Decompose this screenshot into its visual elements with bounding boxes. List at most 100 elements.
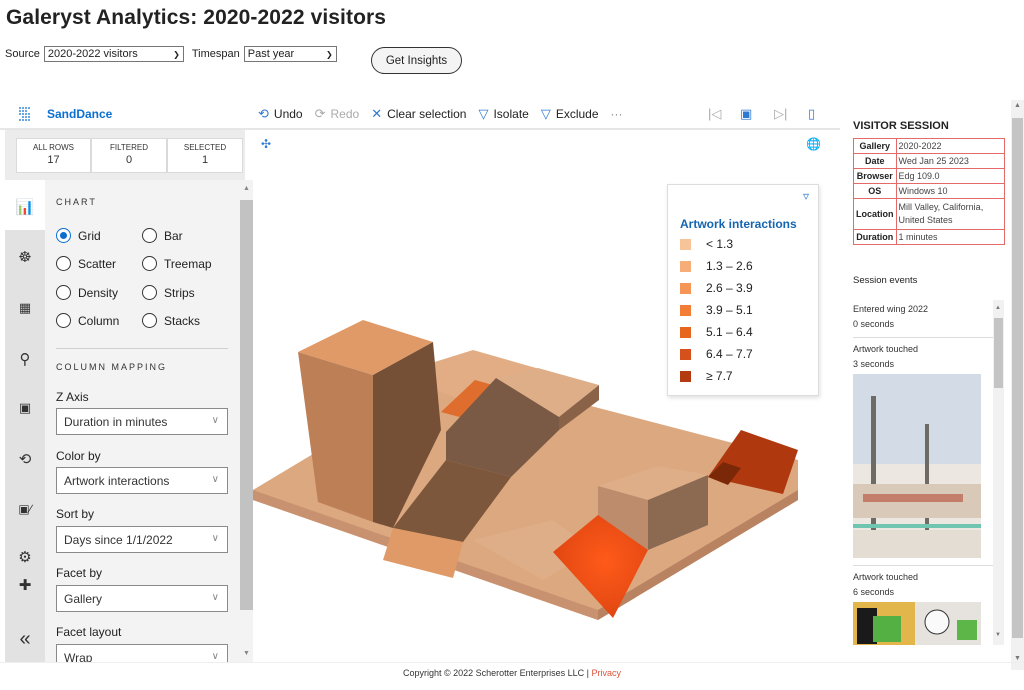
table-row: OS Windows 10 xyxy=(853,183,1005,199)
legend-item[interactable]: 2.6 – 3.9 xyxy=(680,281,753,295)
history-icon[interactable]: ⟲ xyxy=(5,450,45,468)
legend-item[interactable]: 3.9 – 5.1 xyxy=(680,303,753,317)
collapse-icon[interactable]: « xyxy=(5,628,45,651)
facet-layout-dropdown[interactable]: Wrap ∨ xyxy=(56,644,228,662)
document-icon[interactable]: ▯ xyxy=(808,106,815,122)
next-snapshot-icon[interactable]: ▷| xyxy=(774,106,787,122)
session-value: Windows 10 xyxy=(895,183,1005,199)
privacy-link[interactable]: Privacy xyxy=(592,668,622,678)
session-value: 2020-2022 xyxy=(895,138,1005,154)
isolate-button[interactable]: ▽ Isolate xyxy=(478,106,528,122)
more-button[interactable]: ··· xyxy=(611,107,623,121)
legend-item[interactable]: 1.3 – 2.6 xyxy=(680,259,753,273)
legend-label: < 1.3 xyxy=(706,237,734,251)
legend-item[interactable]: 6.4 – 7.7 xyxy=(680,347,753,361)
session-key: OS xyxy=(853,183,897,199)
source-select[interactable]: 2020-2022 visitors ❯ xyxy=(43,46,184,62)
pin-icon[interactable]: ✚ xyxy=(5,576,45,594)
color-by-dropdown[interactable]: Artwork interactions ∨ xyxy=(56,467,228,494)
legend-title: Artwork interactions xyxy=(680,217,797,231)
list-item[interactable]: Artwork touched 6 seconds xyxy=(853,570,918,600)
timespan-select[interactable]: Past year ❯ xyxy=(243,46,337,62)
palette-icon[interactable]: ☸ xyxy=(5,248,45,266)
transition-icon[interactable]: ▣∕ xyxy=(5,502,45,516)
session-key: Date xyxy=(853,153,897,169)
event-name: Artwork touched xyxy=(853,344,919,354)
radio-icon xyxy=(56,285,71,300)
settings-icon[interactable]: ⚙ xyxy=(5,548,45,566)
filter-exclude-icon: ▽ xyxy=(540,106,551,121)
dropdown-value: Artwork interactions xyxy=(64,473,170,488)
search-icon[interactable]: ⚲ xyxy=(5,350,45,368)
panel-scrollbar[interactable]: ▲ ▼ xyxy=(240,180,253,662)
session-key: Location xyxy=(853,198,897,230)
camera-icon[interactable]: ▣ xyxy=(5,400,45,416)
chart-type-column[interactable]: Column xyxy=(56,313,119,328)
scroll-down-icon[interactable]: ▼ xyxy=(243,650,250,657)
session-events-list: Entered wing 2022 0 seconds Artwork touc… xyxy=(848,300,998,645)
artwork-image[interactable] xyxy=(853,374,981,558)
legend-pin-icon[interactable]: ▿ xyxy=(803,189,809,203)
radio-label: Bar xyxy=(164,228,183,243)
legend-swatch xyxy=(680,260,691,272)
chart-type-treemap[interactable]: Treemap xyxy=(142,256,212,271)
source-select-value: 2020-2022 visitors xyxy=(47,48,138,60)
undo-button[interactable]: ⟲ Undo xyxy=(258,106,303,122)
isolate-label: Isolate xyxy=(493,107,529,121)
chevron-down-icon: ❯ xyxy=(326,49,333,59)
camera-icon[interactable]: ▣ xyxy=(740,106,752,122)
scrollbar-thumb[interactable] xyxy=(994,318,1003,388)
radio-icon xyxy=(142,313,157,328)
legend-item[interactable]: 5.1 – 6.4 xyxy=(680,325,753,339)
legend-item[interactable]: ≥ 7.7 xyxy=(680,369,733,383)
legend-label: 2.6 – 3.9 xyxy=(706,281,753,295)
chart-section-title: CHART xyxy=(56,197,97,207)
radio-icon xyxy=(142,256,157,271)
chart-type-bar[interactable]: Bar xyxy=(142,228,183,243)
scrollbar-thumb[interactable] xyxy=(1012,118,1023,638)
globe-icon[interactable]: 🌐 xyxy=(806,137,821,151)
event-time: 6 seconds xyxy=(853,587,895,597)
chart-type-scatter[interactable]: Scatter xyxy=(56,256,116,271)
radio-label: Column xyxy=(78,313,120,328)
radio-label: Grid xyxy=(78,228,101,243)
undo-icon: ⟲ xyxy=(258,106,269,121)
scroll-up-icon[interactable]: ▲ xyxy=(243,185,250,192)
redo-label: Redo xyxy=(330,107,360,121)
z-axis-dropdown[interactable]: Duration in minutes ∨ xyxy=(56,408,228,435)
scroll-down-icon[interactable]: ▼ xyxy=(1014,655,1021,662)
previous-snapshot-icon[interactable]: |◁ xyxy=(708,106,721,122)
scrollbar-thumb[interactable] xyxy=(240,200,253,610)
events-scrollbar[interactable]: ▲ ▼ xyxy=(993,300,1004,645)
chart-type-stacks[interactable]: Stacks xyxy=(142,313,200,328)
session-value: Wed Jan 25 2023 xyxy=(895,153,1005,169)
legend-item[interactable]: < 1.3 xyxy=(680,237,733,251)
sanddance-logo-icon xyxy=(17,106,33,122)
chart-type-grid[interactable]: Grid xyxy=(56,228,101,243)
chart-type-density[interactable]: Density xyxy=(56,285,118,300)
list-item[interactable]: Artwork touched 3 seconds xyxy=(853,342,918,372)
scroll-up-icon[interactable]: ▲ xyxy=(995,305,1001,311)
session-events-title: Session events xyxy=(853,275,918,286)
get-insights-button[interactable]: Get Insights xyxy=(371,47,462,74)
page-scrollbar[interactable]: ▲ ▼ xyxy=(1011,100,1024,670)
sort-by-dropdown[interactable]: Days since 1/1/2022 ∨ xyxy=(56,526,228,553)
session-key: Duration xyxy=(853,229,897,245)
clear-selection-button[interactable]: ✕ Clear selection xyxy=(371,106,466,122)
chart-type-strips[interactable]: Strips xyxy=(142,285,195,300)
legend-label: ≥ 7.7 xyxy=(706,369,733,383)
table-icon[interactable]: ▦ xyxy=(5,300,45,316)
exclude-button[interactable]: ▽ Exclude xyxy=(541,106,599,122)
legend-label: 5.1 – 6.4 xyxy=(706,325,753,339)
camera-orbit-icon[interactable]: ✣ xyxy=(261,137,271,151)
artwork-image[interactable] xyxy=(853,602,981,645)
table-row: Browser Edg 109.0 xyxy=(853,168,1005,184)
filter-controls: Source 2020-2022 visitors ❯ Timespan Pas… xyxy=(5,46,337,62)
facet-by-dropdown[interactable]: Gallery ∨ xyxy=(56,585,228,612)
redo-button[interactable]: ⟳ Redo xyxy=(315,106,360,122)
scroll-down-icon[interactable]: ▼ xyxy=(995,632,1001,638)
chart-icon[interactable]: 📊 xyxy=(5,198,45,216)
list-item[interactable]: Entered wing 2022 0 seconds xyxy=(853,302,928,332)
radio-label: Scatter xyxy=(78,256,117,271)
scroll-up-icon[interactable]: ▲ xyxy=(1014,102,1021,109)
